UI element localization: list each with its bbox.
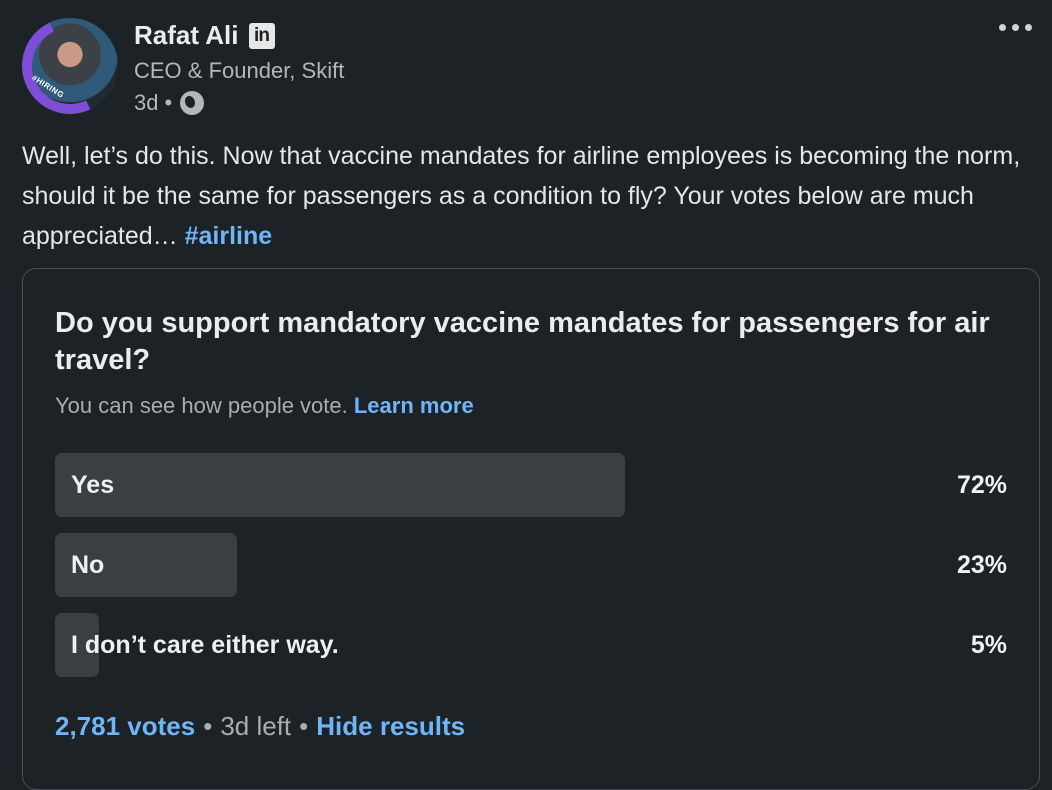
post-text: Well, let’s do this. Now that vaccine ma…	[22, 136, 1022, 256]
hiring-frame	[22, 18, 118, 114]
poll-notice-text: You can see how people vote.	[55, 393, 354, 418]
poll-option-label: I don’t care either way.	[71, 631, 339, 659]
poll-option-percent: 23%	[956, 551, 1007, 579]
poll-card: Do you support mandatory vaccine mandate…	[22, 268, 1040, 790]
poll-option[interactable]: Yes 72%	[55, 453, 1007, 517]
poll-question: Do you support mandatory vaccine mandate…	[55, 307, 990, 376]
poll-footer: 2,781 votes • 3d left • Hide results	[55, 711, 465, 742]
post-header: #HIRING Rafat Ali in CEO & Founder, Skif…	[22, 18, 1032, 118]
post-body: Well, let’s do this. Now that vaccine ma…	[22, 142, 1021, 250]
avatar[interactable]: #HIRING	[22, 18, 118, 114]
globe-icon	[180, 91, 205, 115]
poll-option-percent: 5%	[970, 631, 1007, 659]
poll-notice: You can see how people vote. Learn more	[55, 393, 474, 419]
post-time: 3d	[134, 90, 159, 115]
poll-option[interactable]: I don’t care either way. 5%	[55, 613, 1007, 677]
time-left: 3d left	[220, 711, 292, 741]
linkedin-icon: in	[248, 22, 275, 49]
votes-link[interactable]: 2,781 votes	[55, 711, 195, 742]
footer-separator: •	[203, 711, 213, 741]
learn-more-link[interactable]: Learn more	[354, 393, 474, 418]
meta-separator: •	[164, 90, 173, 115]
footer-separator: •	[299, 711, 309, 741]
more-options-icon[interactable]	[999, 24, 1032, 31]
poll-option-percent: 72%	[956, 471, 1007, 499]
hide-results-link[interactable]: Hide results	[316, 711, 465, 742]
hashtag-link[interactable]: #airline	[185, 222, 273, 250]
poll-option-label: Yes	[71, 471, 115, 499]
author-name[interactable]: Rafat Ali	[134, 20, 239, 51]
author-name-row: Rafat Ali in	[134, 20, 275, 51]
poll-option-label: No	[71, 551, 105, 579]
post-meta: 3d •	[134, 90, 205, 116]
poll-option[interactable]: No 23%	[55, 533, 1007, 597]
author-headline: CEO & Founder, Skift	[134, 58, 345, 83]
poll-option-bar	[55, 453, 625, 517]
